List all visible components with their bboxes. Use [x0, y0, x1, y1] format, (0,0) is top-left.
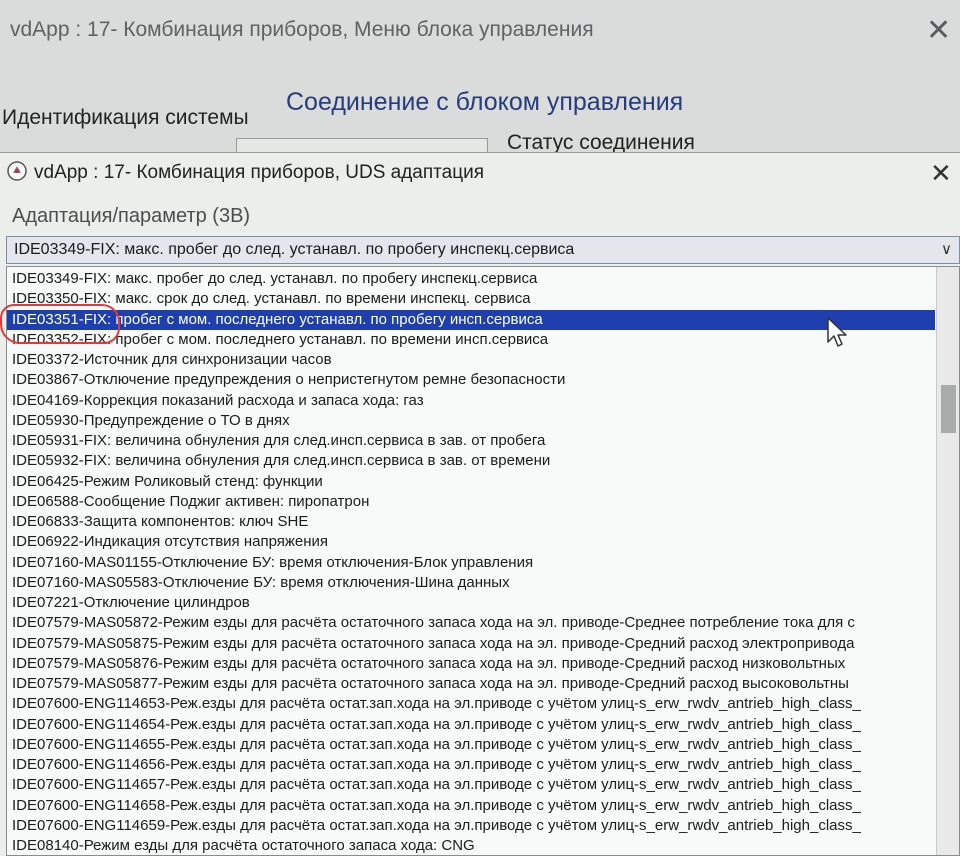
list-item[interactable]: IDE07600-ENG114654-Реж.езды для расчёта …	[7, 715, 935, 735]
adaptation-parameter-label: Адаптация/параметр (3B)	[12, 205, 251, 227]
dialog-title: vdApp : 17- Комбинация приборов, UDS ада…	[34, 162, 484, 183]
dropdown-items: IDE03349-FIX: макс. пробег до след. уста…	[7, 269, 935, 855]
list-item[interactable]: IDE03350-FIX: макс. срок до след. устана…	[7, 289, 935, 309]
list-item[interactable]: IDE07579-MAS05875-Режим езды для расчёта…	[7, 634, 935, 654]
list-item[interactable]: IDE07579-MAS05876-Режим езды для расчёта…	[7, 654, 935, 674]
vdapp-icon	[7, 161, 27, 181]
list-item[interactable]: IDE03349-FIX: макс. пробег до след. уста…	[7, 269, 935, 289]
scrollbar-thumb[interactable]	[941, 385, 956, 433]
list-item[interactable]: IDE07579-MAS05877-Режим езды для расчёта…	[7, 674, 935, 694]
list-item[interactable]: IDE07600-ENG114653-Реж.езды для расчёта …	[7, 694, 935, 714]
list-item[interactable]: IDE07160-MAS05583-Отключение БУ: время о…	[7, 573, 935, 593]
background-titlebar: vdApp : 17- Комбинация приборов, Меню бл…	[0, 14, 960, 50]
system-id-label: Идентификация системы	[2, 106, 249, 129]
list-item[interactable]: IDE07600-ENG114658-Реж.езды для расчёта …	[7, 796, 935, 816]
list-item[interactable]: IDE06588-Сообщение Поджиг активен: пироп…	[7, 492, 935, 512]
background-close-icon[interactable]: ✕	[926, 16, 951, 46]
list-item[interactable]: IDE06922-Индикация отсутствия напряжения	[7, 532, 935, 552]
list-item[interactable]: IDE06833-Защита компонентов: ключ SHE	[7, 512, 935, 532]
list-item[interactable]: IDE03867-Отключение предупреждения о неп…	[7, 370, 935, 390]
connection-heading: Соединение с блоком управления	[286, 88, 684, 116]
list-item[interactable]: IDE05930-Предупреждение о ТО в днях	[7, 411, 935, 431]
list-item[interactable]: IDE07221-Отключение цилиндров	[7, 593, 935, 613]
list-item[interactable]: IDE03352-FIX: пробег с мом. последнего у…	[7, 330, 935, 350]
list-item[interactable]: IDE07600-ENG114656-Реж.езды для расчёта …	[7, 755, 935, 775]
list-item[interactable]: IDE07600-ENG114657-Реж.езды для расчёта …	[7, 775, 935, 795]
list-item[interactable]: IDE07600-ENG114659-Реж.езды для расчёта …	[7, 816, 935, 836]
list-item[interactable]: IDE05932-FIX: величина обнуления для сле…	[7, 451, 935, 471]
uds-adaptation-dialog: vdApp : 17- Комбинация приборов, UDS ада…	[0, 152, 960, 856]
list-item[interactable]: IDE04169-Коррекция показаний расхода и з…	[7, 391, 935, 411]
dialog-titlebar: vdApp : 17- Комбинация приборов, UDS ада…	[0, 153, 960, 193]
list-item[interactable]: IDE08140-Режим езды для расчёта остаточн…	[7, 836, 935, 855]
red-annotation-circle	[0, 304, 120, 344]
close-icon[interactable]: ✕	[930, 159, 952, 187]
parameter-combobox[interactable]: IDE03349-FIX: макс. пробег до след. уста…	[6, 236, 960, 264]
list-item[interactable]: IDE07160-MAS01155-Отключение БУ: время о…	[7, 553, 935, 573]
mouse-pointer-icon	[827, 317, 847, 347]
list-item[interactable]: IDE03372-Источник для синхронизации часо…	[7, 350, 935, 370]
list-item[interactable]: IDE06425-Режим Роликовый стенд: функции	[7, 472, 935, 492]
chevron-down-icon[interactable]: ∨	[941, 240, 952, 258]
list-item[interactable]: IDE07579-MAS05872-Режим езды для расчёта…	[7, 613, 935, 633]
combobox-selected-value: IDE03349-FIX: макс. пробег до след. уста…	[14, 241, 575, 258]
list-item[interactable]: IDE05931-FIX: величина обнуления для сле…	[7, 431, 935, 451]
list-scrollbar[interactable]	[936, 267, 959, 855]
list-item[interactable]: IDE07600-ENG114655-Реж.езды для расчёта …	[7, 735, 935, 755]
parameter-dropdown-list[interactable]: IDE03349-FIX: макс. пробег до след. уста…	[6, 266, 960, 856]
background-window-title: vdApp : 17- Комбинация приборов, Меню бл…	[10, 18, 594, 41]
list-item[interactable]: IDE03351-FIX: пробег с мом. последнего у…	[7, 309, 935, 330]
